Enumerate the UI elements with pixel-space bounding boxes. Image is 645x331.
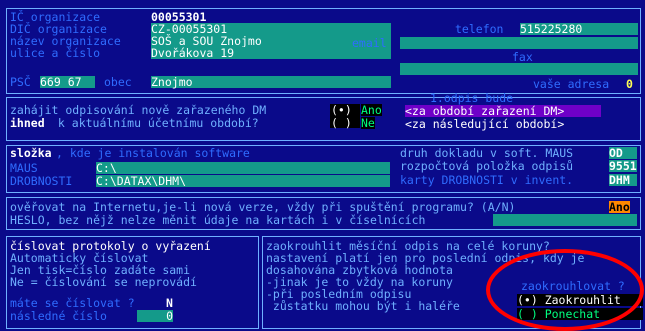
drobnosti-label: DROBNOSTI (10, 174, 73, 188)
maus-path-field[interactable]: C:\ (96, 162, 390, 174)
email-label: email (352, 36, 387, 50)
mate-label: máte se číslovat ? (10, 296, 135, 310)
nasledne-field[interactable]: 0 (137, 310, 173, 322)
email-field[interactable] (400, 37, 638, 49)
drobnosti-path-field[interactable]: C:\DATAX\DHM\ (96, 175, 390, 187)
mate-value[interactable]: N (166, 297, 173, 309)
vase-adresa-value[interactable]: 0 (626, 78, 633, 90)
heslo-line: HESLO, bez nějž nelze měnit údaje na kar… (10, 213, 426, 227)
first-odpis-header: 1.odpis bude (430, 91, 514, 105)
verze-value[interactable]: Ano (609, 201, 630, 213)
psc-field[interactable]: 669 67 (40, 76, 95, 88)
odpis-question-line2: k aktuálnímu účetnímu období? (51, 116, 259, 130)
rozpoctova-line: rozpočtová položka odpisů (400, 159, 574, 173)
druh-field[interactable]: OD (609, 147, 637, 159)
fax-label: fax (512, 50, 533, 64)
maus-settings-screen: IČ organizace 00055301 DIČ organizace CZ… (0, 0, 645, 331)
verze-question: ověřovat na Internetu,je-li nová verze, … (10, 200, 516, 214)
obec-field[interactable]: Znojmo (151, 76, 391, 88)
slozka-label-a: složka (10, 146, 52, 160)
odpis-question-line1: zahájit odpisování nově zařazeného DM (10, 103, 267, 117)
vase-adresa-label: vaše adresa (533, 77, 610, 91)
nasledne-label: následné číslo (10, 309, 107, 323)
karty-field[interactable]: DHM (609, 174, 637, 186)
zaokrouhlit-line5: zůstatku mohou být i haléře (266, 299, 460, 313)
telefon-field[interactable]: 515225280 (520, 23, 638, 35)
fax-field[interactable] (400, 63, 638, 75)
druh-line: druh dokladu v soft. MAUS (400, 146, 574, 160)
karty-line: karty DROBNOSTI v invent. (400, 173, 574, 187)
ulice-label: ulice a číslo (10, 46, 101, 60)
ne-radio[interactable]: ( ) (331, 117, 352, 129)
rozpoctova-field[interactable]: 9551 (609, 160, 637, 172)
telefon-label: telefon (455, 22, 504, 36)
protokoly-line3: Ne = číslování se neprovádí (10, 275, 197, 289)
option-za-nasledujici-obdobi[interactable]: <za následující období> (405, 118, 564, 130)
obec-label: obec (104, 75, 132, 89)
option-za-obdobi-zarazeni[interactable]: <za období zařazení DM> (405, 105, 601, 117)
odpis-question-ihned: ihned (10, 116, 45, 130)
ano-label[interactable]: Ano (361, 104, 382, 116)
heslo-field[interactable] (493, 214, 637, 226)
psc-label: PSČ (10, 75, 31, 89)
ano-radio[interactable]: (•) (331, 104, 352, 116)
slozka-label-b: , kde je instalován software (56, 146, 250, 160)
highlight-ellipse (486, 249, 644, 331)
maus-label: MAUS (10, 161, 38, 175)
ne-label[interactable]: Ne (361, 117, 375, 129)
